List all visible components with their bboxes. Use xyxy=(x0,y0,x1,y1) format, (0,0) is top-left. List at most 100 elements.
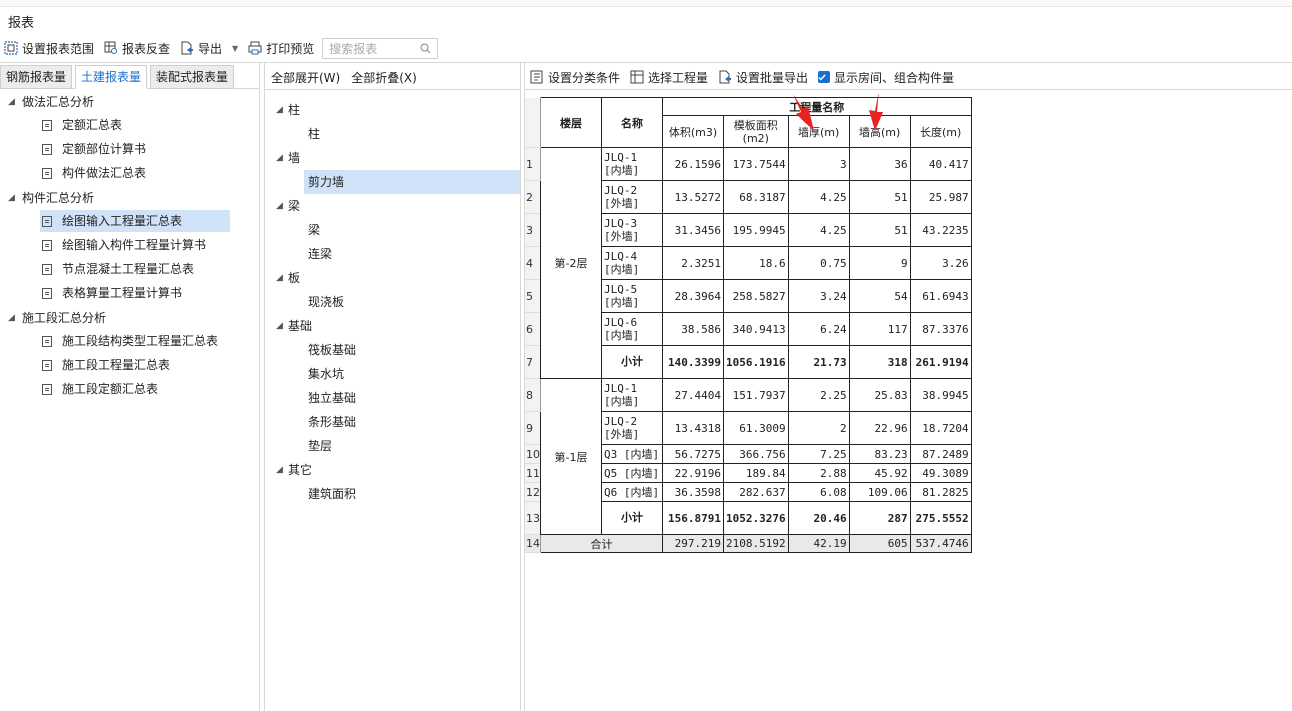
subtotal-value: 275.5552 xyxy=(909,501,972,535)
value-cell: 31.3456 xyxy=(662,213,724,247)
print-icon xyxy=(248,41,262,55)
search-input[interactable]: 搜索报表 xyxy=(322,37,439,59)
component-item[interactable]: 筏板基础 xyxy=(266,338,520,362)
expand-arrow-icon[interactable]: ◢ xyxy=(8,306,15,330)
component-item[interactable]: 集水坑 xyxy=(266,362,520,386)
component-item-selected[interactable]: 剪力墙 xyxy=(304,170,520,194)
reverse-lookup-button[interactable]: 报表反查 xyxy=(104,37,170,59)
value-cell: 68.3187 xyxy=(723,180,789,214)
category-slab[interactable]: ◢ 板 xyxy=(266,266,520,290)
set-range-button[interactable]: 设置报表范围 xyxy=(4,37,94,59)
show-rooms-checkbox[interactable]: 显示房间、组合构件量 xyxy=(818,69,954,86)
expand-arrow-icon[interactable]: ◢ xyxy=(276,314,283,338)
row-number: 13 xyxy=(525,501,541,535)
tree-item[interactable]: 施工段结构类型工程量汇总表 xyxy=(0,330,258,354)
component-item[interactable]: 现浇板 xyxy=(266,290,520,314)
mid-head-underline xyxy=(265,89,520,90)
batch-export-button[interactable]: 设置批量导出 xyxy=(718,69,808,86)
tab-prefab[interactable]: 装配式报表量 xyxy=(150,65,235,89)
tree-item-label: 施工段定额汇总表 xyxy=(62,382,159,396)
tree-item[interactable]: 节点混凝土工程量汇总表 xyxy=(0,258,258,282)
expand-arrow-icon[interactable]: ◢ xyxy=(276,266,283,290)
tree-item[interactable]: 定额部位计算书 xyxy=(0,138,258,162)
search-icon[interactable] xyxy=(420,43,431,54)
component-item[interactable]: 柱 xyxy=(266,122,520,146)
table-row[interactable]: 8 第-1层 JLQ-1 [内墙] 27.4404 151.7937 2.25 25.83 3… xyxy=(525,378,972,535)
name-cell: JLQ-4 [内墙] xyxy=(601,246,663,280)
value-cell: 81.2825 xyxy=(909,482,972,502)
component-item[interactable]: 梁 xyxy=(266,218,520,242)
tree-group-segment[interactable]: ◢ 施工段汇总分析 xyxy=(0,306,258,330)
subtotal-value: 156.8791 xyxy=(662,501,724,535)
col-header-formwork[interactable]: 模板面积(m2) xyxy=(723,115,789,148)
col-header-group[interactable]: 工程量名称 xyxy=(662,97,972,116)
col-header-volume[interactable]: 体积(m3) xyxy=(662,115,724,148)
category-column[interactable]: ◢ 柱 xyxy=(266,98,520,122)
chevron-down-icon[interactable]: ▼ xyxy=(232,44,238,53)
component-item[interactable]: 连梁 xyxy=(266,242,520,266)
mid-panel-header: 全部展开(W) 全部折叠(X) xyxy=(266,65,520,89)
tree-item[interactable]: 构件做法汇总表 xyxy=(0,162,258,186)
value-cell: 195.9945 xyxy=(723,213,789,247)
value-cell: 13.5272 xyxy=(662,180,724,214)
set-category-button[interactable]: 设置分类条件 xyxy=(530,69,620,86)
expand-arrow-icon[interactable]: ◢ xyxy=(276,98,283,122)
component-item[interactable]: 条形基础 xyxy=(266,410,520,434)
report-doc-icon xyxy=(42,119,52,131)
col-header-height[interactable]: 墙高(m) xyxy=(848,115,911,148)
value-cell: 173.7544 xyxy=(723,147,789,181)
expand-all-button[interactable]: 全部展开(W) xyxy=(271,69,340,86)
component-item[interactable]: 垫层 xyxy=(266,434,520,458)
category-other[interactable]: ◢ 其它 xyxy=(266,458,520,482)
component-item[interactable]: 建筑面积 xyxy=(266,482,520,506)
value-cell: 9 xyxy=(848,246,911,280)
tree-group-component[interactable]: ◢ 构件汇总分析 xyxy=(0,186,258,210)
value-cell: 28.3964 xyxy=(662,279,724,313)
name-cell: Q6 [内墙] xyxy=(601,482,663,502)
name-cell: Q5 [内墙] xyxy=(601,463,663,483)
tree-item[interactable]: 定额汇总表 xyxy=(0,114,258,138)
table-row[interactable]: 1 第-2层 JLQ-1 [内墙] 26.1596 173.7544 3 36 40.417 xyxy=(525,147,972,379)
tree-item-selected[interactable]: 绘图输入工程量汇总表 xyxy=(0,210,258,234)
category-beam[interactable]: ◢ 梁 xyxy=(266,194,520,218)
col-header-thickness[interactable]: 墙厚(m) xyxy=(787,115,850,148)
expand-arrow-icon[interactable]: ◢ xyxy=(276,194,283,218)
category-foundation[interactable]: ◢ 基础 xyxy=(266,314,520,338)
tree-group-method[interactable]: ◢ 做法汇总分析 xyxy=(0,90,258,114)
component-tree: ◢ 柱 柱 ◢ 墙 剪力墙 ◢ 梁 梁 连梁 ◢ 板 现浇板 ◢ 基础 筏板基础 集水坑 … xyxy=(266,98,520,506)
col-header-floor[interactable]: 楼层 xyxy=(540,97,602,148)
value-cell: 109.06 xyxy=(848,482,911,502)
category-icon xyxy=(530,70,543,84)
tab-rebar[interactable]: 钢筋报表量 xyxy=(0,65,73,89)
export-button[interactable]: 导出 ▼ xyxy=(180,37,238,59)
expand-arrow-icon[interactable]: ◢ xyxy=(8,90,15,114)
tree-item[interactable]: 施工段定额汇总表 xyxy=(0,378,258,402)
mid-panel-divider[interactable] xyxy=(520,62,521,711)
tab-civil[interactable]: 土建报表量 xyxy=(75,65,148,89)
tree-item[interactable]: 绘图输入构件工程量计算书 xyxy=(0,234,258,258)
tree-item-label: 施工段结构类型工程量汇总表 xyxy=(62,334,219,348)
collapse-all-button[interactable]: 全部折叠(X) xyxy=(351,69,417,86)
category-wall[interactable]: ◢ 墙 xyxy=(266,146,520,170)
report-tree: ◢ 做法汇总分析 定额汇总表 定额部位计算书 构件做法汇总表 ◢ 构件汇总分析 绘图… xyxy=(0,90,258,402)
tree-item[interactable]: 施工段工程量汇总表 xyxy=(0,354,258,378)
report-body: 1 第-2层 JLQ-1 [内墙] 26.1596 173.7544 3 36 40.417 2… xyxy=(525,147,972,553)
value-cell: 38.9945 xyxy=(909,378,972,412)
left-panel-divider[interactable] xyxy=(259,62,260,711)
expand-arrow-icon[interactable]: ◢ xyxy=(276,458,283,482)
value-cell: 38.586 xyxy=(662,312,724,346)
col-header-length[interactable]: 长度(m) xyxy=(909,115,972,148)
value-cell: 49.3089 xyxy=(909,463,972,483)
value-cell: 4.25 xyxy=(787,213,850,247)
print-preview-button[interactable]: 打印预览 xyxy=(248,37,314,59)
expand-arrow-icon[interactable]: ◢ xyxy=(8,186,15,210)
select-quantity-button[interactable]: 选择工程量 xyxy=(630,69,708,86)
col-header-name[interactable]: 名称 xyxy=(601,97,663,148)
expand-arrow-icon[interactable]: ◢ xyxy=(276,146,283,170)
checkbox-checked-icon[interactable] xyxy=(818,71,831,83)
total-row[interactable]: 14 合计 297.219 2108.5192 42.19 605 537.4746 xyxy=(525,534,972,553)
tree-item[interactable]: 表格算量工程量计算书 xyxy=(0,282,258,306)
report-doc-icon xyxy=(42,359,52,371)
component-item[interactable]: 独立基础 xyxy=(266,386,520,410)
value-cell: 87.2489 xyxy=(909,444,972,464)
